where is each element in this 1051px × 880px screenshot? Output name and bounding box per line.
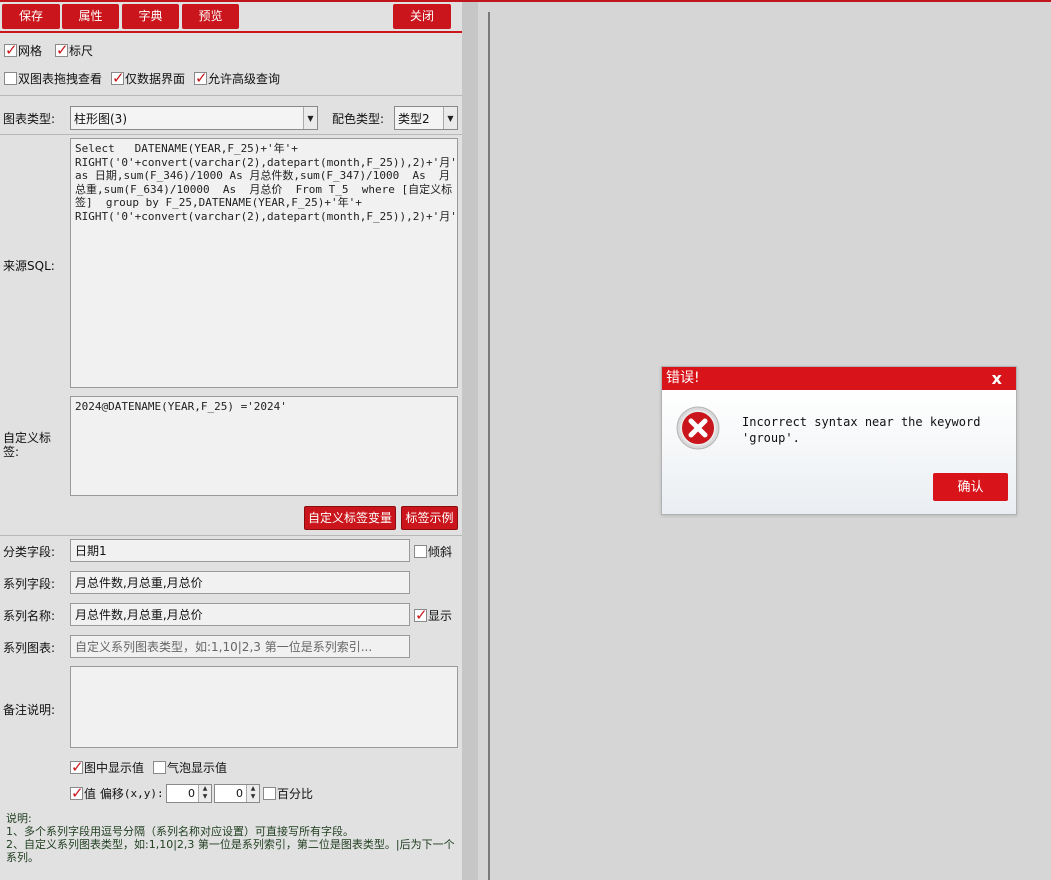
notes-line-1: 1、多个系列字段用逗号分隔（系列名称对应设置）可直接写所有字段。 (6, 825, 354, 838)
chart-type-select[interactable]: 柱形图(3) ▼ (70, 106, 318, 130)
spinner-arrows-icon[interactable]: ▲ ▼ (246, 785, 259, 802)
options-divider (0, 95, 462, 96)
tilt-label: 倾斜 (428, 544, 453, 559)
help-notes: 说明: 1、多个系列字段用逗号分隔（系列名称对应设置）可直接写所有字段。 2、自… (6, 812, 456, 864)
error-message: Incorrect syntax near the keyword 'group… (742, 414, 992, 446)
error-message-line-1: Incorrect syntax near the keyword (742, 415, 981, 429)
dialog-header: 错误! x (662, 367, 1016, 390)
remark-textarea[interactable] (70, 666, 458, 748)
offset-y-stepper[interactable]: 0 ▲ ▼ (214, 784, 260, 803)
panel-scrollbar[interactable] (462, 2, 478, 880)
remark-label: 备注说明: (3, 703, 56, 717)
type-divider (0, 134, 462, 135)
category-field-input[interactable]: 日期1 (70, 539, 410, 562)
bubble-values-label: 气泡显示值 (167, 760, 228, 775)
show-values-checkbox[interactable]: 图中显示值 (70, 758, 145, 776)
value-offset-checkbox[interactable]: 值 偏移 (x,y): (70, 784, 164, 802)
color-type-value: 类型2 (398, 111, 430, 126)
properties-button[interactable]: 属性 (62, 4, 119, 29)
notes-title: 说明: (6, 812, 32, 825)
series-chart-input[interactable]: 自定义系列图表类型，如:1,10|2,3 第一位是系列索引... (70, 635, 410, 658)
series-name-label: 系列名称: (3, 609, 56, 623)
panel-splitter[interactable] (488, 12, 490, 880)
percent-check-icon (263, 786, 276, 800)
bubble-values-checkbox[interactable]: 气泡显示值 (153, 759, 227, 775)
percent-label: 百分比 (277, 786, 314, 801)
color-type-label: 配色类型: (332, 112, 385, 126)
chevron-down-icon: ▼ (303, 107, 317, 129)
dictionary-button[interactable]: 字典 (122, 4, 179, 29)
show-label: 显示 (428, 608, 453, 623)
chevron-down-icon: ▼ (443, 107, 457, 129)
chart-type-value: 柱形图(3) (74, 111, 127, 126)
chart-config-panel: 保存 属性 字典 预览 关闭 网格 标尺 双图表拖拽查看 仅数据界面 允许高级查… (0, 2, 462, 880)
data-only-label: 仅数据界面 (125, 71, 186, 86)
preview-button[interactable]: 预览 (182, 4, 239, 29)
advanced-query-label: 允许高级查询 (208, 71, 281, 86)
custom-tag-variable-button[interactable]: 自定义标签变量 (304, 506, 396, 530)
data-only-check-icon (111, 69, 125, 87)
data-only-checkbox[interactable]: 仅数据界面 (111, 69, 186, 87)
chart-type-label: 图表类型: (3, 112, 56, 126)
ruler-label: 标尺 (69, 43, 94, 58)
error-x-icon (676, 406, 720, 450)
dual-drag-label: 双图表拖拽查看 (18, 71, 103, 86)
show-series-name-checkbox[interactable]: 显示 (414, 606, 453, 624)
error-message-line-2: 'group'. (742, 431, 800, 445)
advanced-query-check-icon (194, 69, 208, 87)
custom-tag-textarea[interactable]: 2024@DATENAME(YEAR,F_25) ='2024' (70, 396, 458, 496)
dual-drag-check-icon (4, 71, 17, 85)
show-check-icon (414, 606, 428, 624)
bubble-values-check-icon (153, 760, 166, 774)
tilt-checkbox[interactable]: 倾斜 (414, 543, 452, 559)
series-chart-label: 系列图表: (3, 641, 56, 655)
custom-tag-label: 自定义标签: (3, 431, 52, 459)
dual-drag-checkbox[interactable]: 双图表拖拽查看 (4, 70, 102, 86)
value-offset-check-icon (70, 784, 84, 802)
error-dialog: 错误! x Incorrect syntax near the keyword … (661, 366, 1017, 515)
series-field-label: 系列字段: (3, 577, 56, 591)
dialog-body: Incorrect syntax near the keyword 'group… (662, 390, 1016, 514)
category-field-label: 分类字段: (3, 545, 56, 559)
grid-label: 网格 (18, 43, 43, 58)
advanced-query-checkbox[interactable]: 允许高级查询 (194, 69, 281, 87)
percent-checkbox[interactable]: 百分比 (263, 785, 313, 801)
show-values-check-icon (70, 758, 84, 776)
save-button[interactable]: 保存 (2, 4, 60, 29)
close-button[interactable]: 关闭 (393, 4, 451, 29)
tag-divider (0, 535, 462, 536)
confirm-button[interactable]: 确认 (933, 473, 1008, 501)
spinner-arrows-icon[interactable]: ▲ ▼ (198, 785, 211, 802)
ruler-check-icon (55, 41, 69, 59)
offset-x-stepper[interactable]: 0 ▲ ▼ (166, 784, 212, 803)
tag-example-button[interactable]: 标签示例 (401, 506, 458, 530)
notes-line-2: 2、自定义系列图表类型，如:1,10|2,3 第一位是系列索引，第二位是图表类型… (6, 838, 455, 864)
dialog-title: 错误! (666, 370, 700, 386)
grid-checkbox[interactable]: 网格 (4, 41, 43, 59)
close-icon[interactable]: x (992, 367, 1002, 390)
show-values-label: 图中显示值 (84, 760, 145, 775)
color-type-select[interactable]: 类型2 ▼ (394, 106, 458, 130)
series-field-input[interactable]: 月总件数,月总重,月总价 (70, 571, 410, 594)
value-offset-label: 值 偏移 (84, 786, 124, 801)
source-sql-label: 来源SQL: (3, 259, 55, 273)
toolbar-divider (0, 31, 462, 33)
grid-check-icon (4, 41, 18, 59)
tilt-check-icon (414, 544, 427, 558)
source-sql-textarea[interactable]: Select DATENAME(YEAR,F_25)+'年'+ RIGHT('0… (70, 138, 458, 388)
offset-y-value: 0 (236, 787, 243, 800)
ruler-checkbox[interactable]: 标尺 (55, 41, 94, 59)
offset-x-value: 0 (188, 787, 195, 800)
series-name-input[interactable]: 月总件数,月总重,月总价 (70, 603, 410, 626)
value-offset-suffix: (x,y): (123, 786, 164, 800)
